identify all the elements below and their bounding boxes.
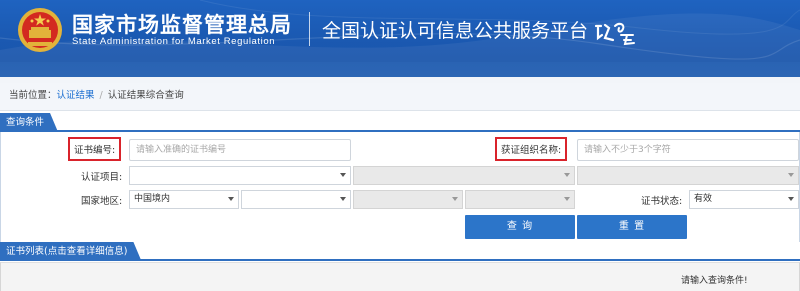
region-select[interactable]: 中国境内 (129, 190, 239, 209)
chevron-down-icon (564, 197, 570, 201)
chevron-down-icon (564, 173, 570, 177)
chevron-down-icon (340, 197, 346, 201)
search-button[interactable]: 查 询 (465, 215, 575, 239)
cert-no-label: 证书编号: (68, 137, 122, 161)
district-select (465, 190, 575, 209)
city-select (353, 190, 463, 209)
org-name-label: 获证组织名称: (495, 137, 568, 161)
national-emblem-icon (18, 8, 62, 52)
reset-button[interactable]: 重 置 (577, 215, 687, 239)
query-panel-title: 查询条件 (0, 113, 58, 132)
list-panel-header: 证书列表(点击查看详细信息) (0, 242, 800, 261)
breadcrumb-current: 认证结果综合查询 (107, 90, 184, 101)
region-label: 国家地区: (81, 196, 123, 207)
agency-name-cn: 国家市场监督管理总局 (72, 13, 292, 37)
chevron-down-icon (228, 197, 234, 201)
project-label: 认证项目: (81, 172, 123, 183)
list-panel-title: 证书列表(点击查看详细信息) (0, 242, 141, 261)
breadcrumb-prefix: 当前位置： (9, 90, 57, 101)
header-banner: 国家市场监督管理总局 State Administration for Mark… (0, 0, 800, 62)
province-select[interactable] (241, 190, 351, 209)
header-divider (309, 12, 310, 46)
status-label: 证书状态: (641, 196, 683, 207)
project-subselect-1 (353, 166, 575, 185)
status-selected-value: 有效 (694, 194, 713, 204)
status-select[interactable]: 有效 (689, 190, 799, 209)
region-selected-value: 中国境内 (134, 194, 171, 204)
renzheng-yun-logo-icon (594, 22, 635, 46)
project-subselect-2 (577, 166, 799, 185)
header-strip (0, 62, 800, 83)
agency-name-en: State Administration for Market Regulati… (72, 36, 276, 47)
chevron-down-icon (452, 197, 458, 201)
breadcrumb: 当前位置：认证结果 / 认证结果综合查询 (0, 83, 800, 111)
breadcrumb-link-results[interactable]: 认证结果 (57, 90, 95, 101)
project-select[interactable] (129, 166, 351, 185)
platform-title: 全国认证认可信息公共服务平台 (322, 20, 589, 42)
query-panel: 证书编号: 请输入准确的证书编号 获证组织名称: 请输入不少于3个字符 认证项目… (0, 132, 800, 242)
query-panel-header: 查询条件 (0, 113, 800, 132)
org-name-input[interactable]: 请输入不少于3个字符 (577, 139, 799, 161)
certificate-list: 请输入查询条件! (0, 262, 800, 291)
cert-no-input[interactable]: 请输入准确的证书编号 (129, 139, 351, 161)
empty-hint: 请输入查询条件! (681, 276, 748, 286)
chevron-down-icon (340, 173, 346, 177)
chevron-down-icon (788, 197, 794, 201)
chevron-down-icon (788, 173, 794, 177)
breadcrumb-separator: / (99, 90, 103, 101)
